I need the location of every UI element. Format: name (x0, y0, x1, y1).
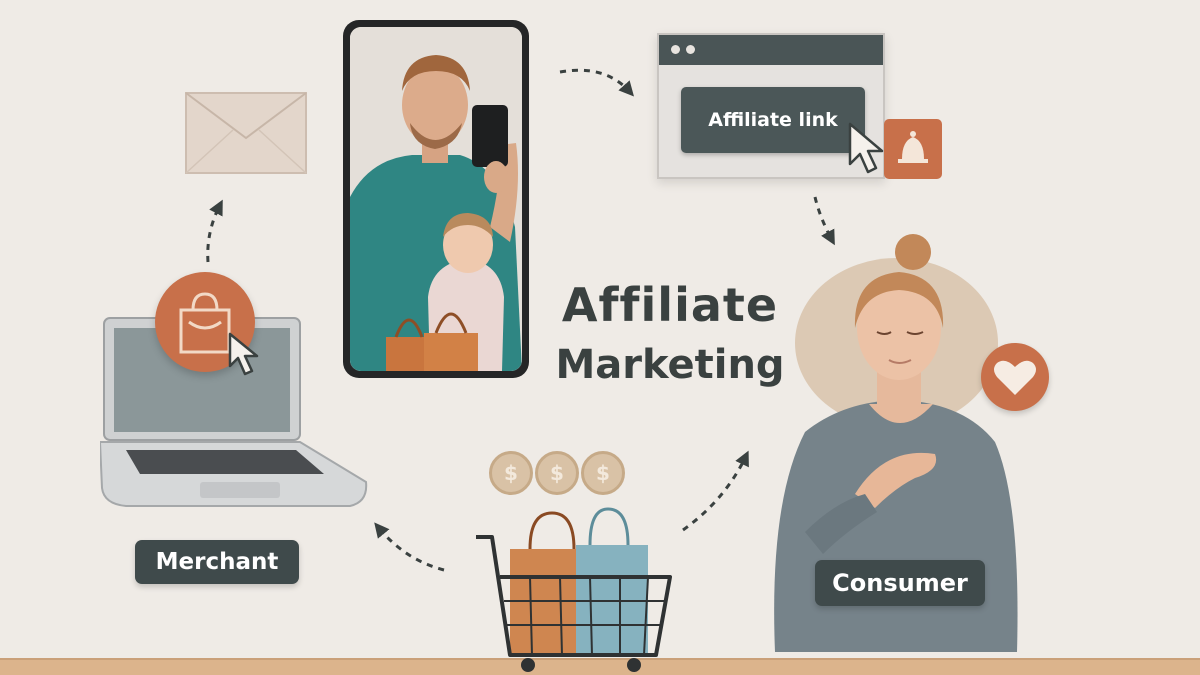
window-dot (671, 45, 680, 54)
bell-icon (884, 119, 942, 179)
envelope-icon (185, 92, 307, 174)
affiliate-link-label: Affiliate link (708, 109, 838, 131)
shopping-cart-icon (476, 507, 672, 672)
affiliate-link-button[interactable]: Affiliate link (681, 87, 865, 153)
cursor-arrow-icon (848, 122, 884, 174)
consumer-label: Consumer (815, 560, 985, 606)
smartphone (343, 20, 529, 378)
coin-icon: $ (535, 451, 579, 495)
cursor-arrow-icon (228, 332, 259, 376)
browser-title-bar (659, 35, 883, 65)
arrow-phone-to-link (559, 68, 634, 97)
arrow-cart-to-merchant (374, 522, 445, 572)
window-dot (686, 45, 695, 54)
influencer-photo (350, 27, 522, 371)
heart-icon (981, 343, 1049, 411)
coin-icon: $ (581, 451, 625, 495)
coin-icon: $ (489, 451, 533, 495)
arrow-merchant-to-envelope (206, 199, 223, 263)
merchant-label: Merchant (135, 540, 299, 584)
arrow-cart-to-consumer (682, 450, 749, 532)
